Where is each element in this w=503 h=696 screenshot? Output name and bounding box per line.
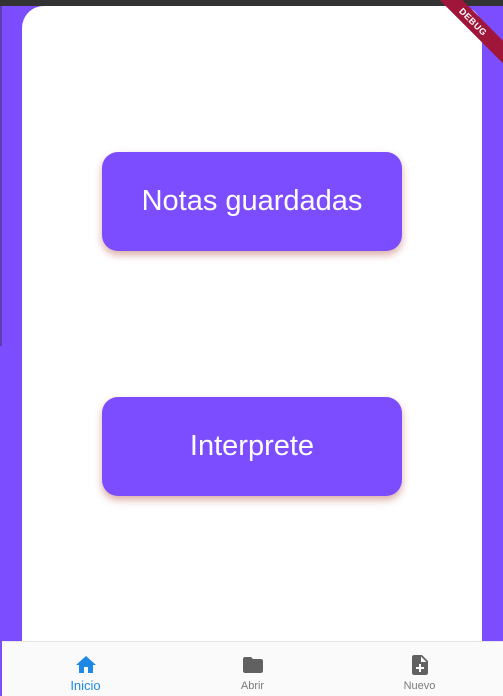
new-file-icon	[411, 655, 428, 675]
home-icon	[75, 656, 96, 673]
main-card: Notas guardadas Interprete	[22, 6, 482, 656]
nav-item-nuevo[interactable]: Nuevo	[336, 642, 503, 696]
folder-icon	[242, 657, 263, 673]
window-edge	[0, 6, 2, 346]
bottom-navigation-bar: Inicio Abrir Nuevo	[2, 641, 503, 696]
nav-label-nuevo: Nuevo	[403, 680, 436, 692]
nav-item-inicio[interactable]: Inicio	[2, 642, 169, 696]
nav-label-inicio: Inicio	[70, 678, 101, 693]
nav-item-abrir[interactable]: Abrir	[169, 642, 336, 696]
interpreter-button[interactable]: Interprete	[102, 397, 402, 496]
saved-notes-button[interactable]: Notas guardadas	[102, 152, 402, 251]
nav-label-abrir: Abrir	[240, 680, 265, 692]
